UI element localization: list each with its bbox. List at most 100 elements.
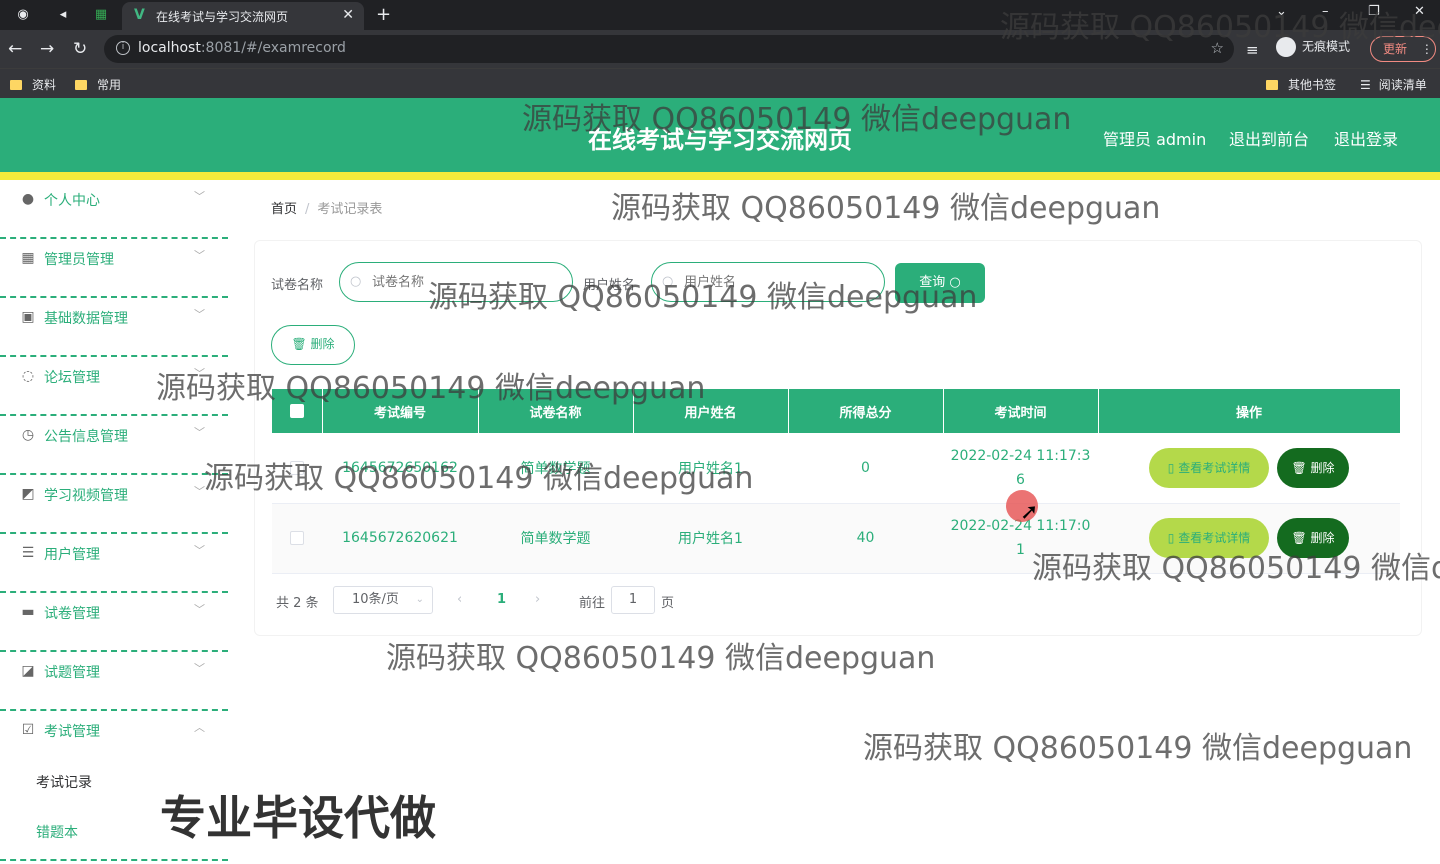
breadcrumb-home[interactable]: 首页 — [271, 202, 297, 217]
watermark: 源码获取 QQ86050149 微信deepguan — [863, 731, 1413, 766]
tab-title: 在线考试与学习交流网页 — [156, 10, 289, 24]
watermark: 源码获取 QQ86050149 微信deepguan — [156, 371, 706, 406]
url-text: localhost:8081/#/examrecord — [138, 40, 346, 56]
breadcrumb: 首页 / 考试记录表 — [271, 198, 382, 217]
exam-id-cell: 1645672620621 — [322, 503, 478, 574]
row-checkbox[interactable] — [290, 531, 304, 545]
view-detail-button[interactable]: ▯ 查看考试详情 — [1149, 447, 1269, 488]
admin-label[interactable]: 管理员 admin — [1103, 126, 1206, 150]
sidebar-item-label: 公告信息管理 — [44, 429, 128, 445]
watermark: 源码获取 QQ86050149 微信deepguan — [428, 280, 978, 315]
info-icon[interactable]: i — [116, 41, 130, 55]
reload-icon[interactable]: ↻ — [73, 39, 87, 59]
logout-link[interactable]: 退出登录 — [1334, 126, 1398, 150]
sidebar-item-personal[interactable]: ● 个人中心 ﹀ — [0, 180, 228, 239]
chevron-down-icon: ﹀ — [194, 662, 205, 675]
breadcrumb-separator: / — [305, 202, 310, 217]
sidebar-item-label: 管理员管理 — [44, 252, 114, 268]
forward-icon[interactable]: → — [40, 39, 54, 59]
sidebar-item-label: 个人中心 — [44, 193, 100, 209]
power-icon: ◌ — [21, 368, 35, 384]
watermark: 源码获取 QQ86050149 微信deepguan — [386, 641, 936, 676]
bookmark-folder[interactable]: 常用 — [75, 76, 121, 93]
promo-banner: 专业毕设代做 — [160, 791, 436, 845]
sidebar-item-label: 学习视频管理 — [44, 488, 128, 504]
clock-icon: ◷ — [21, 427, 35, 443]
chevron-down-icon: ﹀ — [194, 249, 205, 262]
new-tab-icon[interactable]: + — [376, 4, 391, 25]
exam-time-cell: 2022-02-24 11:17:36 — [950, 447, 1091, 488]
back-icon[interactable]: ← — [8, 39, 22, 59]
sheet-tab-icon[interactable]: ▦ — [92, 6, 110, 24]
sidebar-item-papers[interactable]: ▬ 试卷管理 ﹀ — [0, 593, 228, 652]
sidebar: ● 个人中心 ﹀ ▦ 管理员管理 ﹀ ▣ 基础数据管理 ﹀ ◌ 论坛管理 ﹀ ◷… — [0, 180, 230, 864]
document-icon: ▯ — [1167, 460, 1175, 475]
chevron-down-icon: ﹀ — [194, 190, 205, 203]
list-icon: ☰ — [21, 545, 35, 561]
folder-icon — [1266, 80, 1278, 90]
reading-list[interactable]: ☰ 阅读清单 — [1360, 76, 1427, 93]
next-page-icon[interactable]: › — [535, 592, 540, 607]
score-cell: 0 — [788, 433, 943, 504]
back-to-front-link[interactable]: 退出到前台 — [1229, 126, 1309, 150]
close-tab-icon[interactable]: ✕ — [342, 7, 354, 23]
user-name-cell: 用户姓名1 — [633, 503, 788, 574]
active-tab[interactable]: V 在线考试与学习交流网页 ✕ — [122, 2, 364, 30]
page-size-select[interactable]: 10条/页 ⌄ — [333, 586, 433, 614]
prev-page-icon[interactable]: ‹ — [457, 592, 462, 607]
chevron-down-icon: ﹀ — [194, 426, 205, 439]
message-icon: ▬ — [21, 604, 35, 620]
reading-list-icon: ☰ — [1360, 78, 1371, 92]
folder-icon — [10, 80, 22, 90]
audio-tab-icon[interactable]: ◂ — [54, 6, 72, 24]
check-icon: ☑ — [21, 722, 35, 738]
truck-icon: ◪ — [21, 663, 35, 679]
trash-icon: 🗑 — [291, 337, 307, 351]
grid-icon: ▦ — [21, 250, 35, 266]
column-header: 考试时间 — [943, 389, 1099, 433]
other-bookmarks[interactable]: 其他书签 — [1266, 76, 1336, 93]
page-number[interactable]: 1 — [497, 592, 506, 607]
row-delete-button[interactable]: 🗑 删除 — [1277, 447, 1349, 488]
watermark: 源码获取 QQ86050149 微信deepguan — [204, 461, 754, 496]
batch-delete-button[interactable]: 🗑 删除 — [271, 325, 355, 365]
bookmark-folder[interactable]: 资料 — [10, 76, 56, 93]
score-cell: 40 — [788, 503, 943, 574]
page-suffix: 页 — [661, 596, 675, 611]
chevron-down-icon: ⌄ — [415, 594, 424, 605]
column-header: 所得总分 — [788, 389, 944, 433]
browser-menu-icon[interactable]: ◉ — [14, 6, 32, 24]
goto-label: 前往 — [579, 596, 606, 611]
sidebar-item-label: 考试管理 — [44, 724, 100, 740]
mouse-cursor-icon: ➚ — [1020, 500, 1039, 525]
sidebar-item-label: 论坛管理 — [44, 370, 100, 386]
watermark: 源码获取 QQ86050149 微信deepguan — [611, 191, 1161, 226]
sidebar-item-basic-data[interactable]: ▣ 基础数据管理 ﹀ — [0, 298, 228, 357]
goto-page-input[interactable]: 1 — [611, 586, 655, 614]
chevron-down-icon: ﹀ — [194, 603, 205, 616]
sidebar-item-admins[interactable]: ▦ 管理员管理 ﹀ — [0, 239, 228, 298]
sidebar-item-notices[interactable]: ◷ 公告信息管理 ﹀ — [0, 416, 228, 475]
folder-icon — [75, 80, 87, 90]
paper-name-label: 试卷名称 — [271, 278, 324, 293]
watermark: 源码获取 QQ86050149 微信deepguan — [1032, 551, 1440, 586]
sidebar-item-videos[interactable]: ◩ 学习视频管理 ﹀ — [0, 475, 228, 534]
sidebar-subitem-exam-records[interactable]: 考试记录 — [36, 772, 92, 792]
column-header: 操作 — [1098, 389, 1401, 433]
user-icon: ● — [21, 191, 35, 207]
sidebar-item-label: 基础数据管理 — [44, 311, 128, 327]
vue-favicon-icon: V — [134, 7, 145, 23]
chevron-down-icon: ﹀ — [194, 308, 205, 321]
watermark: 源码获取 QQ86050149 微信deepguan — [522, 102, 1072, 137]
breadcrumb-current: 考试记录表 — [317, 202, 383, 217]
clipboard-icon: ▣ — [21, 309, 35, 325]
sidebar-item-label: 试题管理 — [44, 665, 100, 681]
chevron-up-icon: ︿ — [194, 721, 205, 734]
sidebar-item-label: 用户管理 — [44, 547, 100, 563]
chevron-down-icon: ﹀ — [194, 544, 205, 557]
chart-icon: ◩ — [21, 486, 35, 502]
sidebar-item-users[interactable]: ☰ 用户管理 ﹀ — [0, 534, 228, 593]
sidebar-subitem-wrong-book[interactable]: 错题本 — [36, 822, 78, 842]
pager-total: 共 2 条 — [276, 596, 319, 611]
sidebar-item-questions[interactable]: ◪ 试题管理 ﹀ — [0, 652, 228, 711]
